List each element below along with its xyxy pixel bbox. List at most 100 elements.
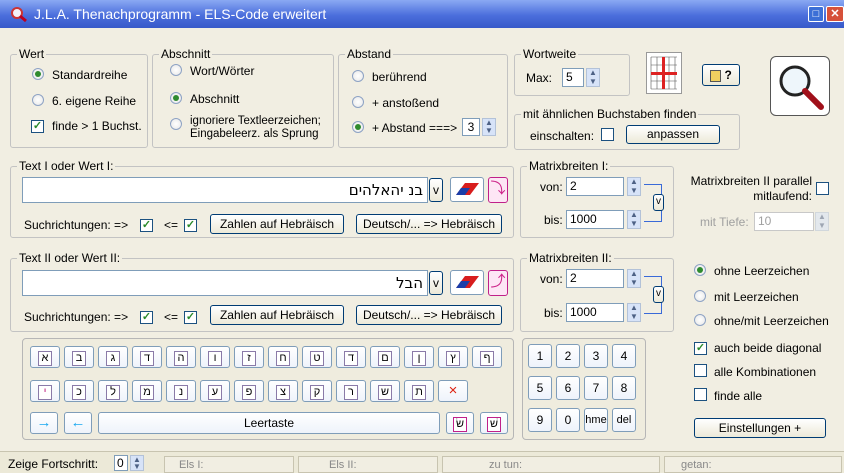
numpad-key[interactable]: 8 — [612, 376, 636, 400]
finde-checkbox[interactable]: ✓ — [31, 118, 44, 133]
backward1-checkbox[interactable]: ✓ — [184, 217, 197, 232]
abstand-spinner[interactable]: ▲ ▼ — [482, 118, 496, 136]
hebrew-key[interactable]: י — [30, 380, 60, 402]
wort-radio[interactable] — [170, 64, 182, 79]
beruehrend-radio[interactable] — [352, 70, 364, 85]
hebrew-key[interactable]: ץ — [438, 346, 468, 368]
text2-dropdown[interactable]: v — [429, 271, 443, 295]
zahlen2-button[interactable]: Zahlen auf Hebräisch — [210, 305, 344, 325]
hebrew-key[interactable]: ש — [370, 380, 400, 402]
hebrew-key[interactable]: ח — [268, 346, 298, 368]
eigene-reihe-radio[interactable] — [32, 94, 44, 109]
hebrew-key[interactable]: ף — [472, 346, 502, 368]
parallel-checkbox[interactable] — [816, 182, 829, 198]
fortschritt-input[interactable]: 0 — [114, 455, 128, 471]
space-key[interactable]: Leertaste — [98, 412, 440, 434]
matrix1-bis-input[interactable]: 1000 — [566, 210, 624, 229]
kombinationen-checkbox[interactable] — [694, 364, 707, 380]
swap-down-button[interactable]: ⤵ — [488, 177, 508, 203]
einstellungen-button[interactable]: Einstellungen + — [694, 418, 826, 438]
numpad-key[interactable]: 9 — [528, 408, 552, 432]
ohne-mit-leer-radio[interactable] — [694, 314, 706, 329]
hebrew-key[interactable]: ו — [200, 346, 230, 368]
grid-icon[interactable] — [646, 52, 682, 94]
zahlen1-button[interactable]: Zahlen auf Hebräisch — [210, 214, 344, 234]
tiefe-spinner[interactable]: ▲ ▼ — [815, 212, 829, 231]
numpad-key[interactable]: hme — [584, 408, 608, 432]
numpad-key[interactable]: 5 — [528, 376, 552, 400]
numpad-key[interactable]: 1 — [528, 344, 552, 368]
hebrew-key[interactable]: צ — [268, 380, 298, 402]
numpad-key[interactable]: 7 — [584, 376, 608, 400]
text2-input[interactable]: הבל — [22, 270, 428, 296]
anstossend-radio[interactable] — [352, 96, 364, 111]
max-input[interactable]: 5 — [562, 68, 584, 87]
deutsch1-button[interactable]: Deutsch/... => Hebräisch — [356, 214, 502, 234]
matrix1-von-input[interactable]: 2 — [566, 177, 624, 196]
abstand-radio[interactable] — [352, 121, 364, 136]
eraser-button[interactable] — [450, 177, 484, 202]
arrow-left-key[interactable]: ← — [64, 412, 92, 434]
hebrew-key[interactable]: ז — [234, 346, 264, 368]
forward1-checkbox[interactable]: ✓ — [140, 217, 153, 232]
forward2-checkbox[interactable]: ✓ — [140, 309, 153, 324]
hebrew-key[interactable]: ם — [370, 346, 400, 368]
numpad-key[interactable]: 2 — [556, 344, 580, 368]
hebrew-key[interactable]: א — [30, 346, 60, 368]
deutsch2-button[interactable]: Deutsch/... => Hebräisch — [356, 305, 502, 325]
matrix2-bis-spinner[interactable]: ▲ ▼ — [627, 303, 641, 322]
hebrew-key[interactable]: נ — [166, 380, 196, 402]
swap-up-button[interactable]: ⤴ — [488, 270, 508, 296]
shin-dot-right-key[interactable]: שׁ — [480, 412, 508, 434]
abstand-value-input[interactable]: 3 — [462, 118, 480, 136]
finde-alle-checkbox[interactable] — [694, 388, 707, 404]
fortschritt-spinner[interactable]: ▲ ▼ — [130, 455, 144, 471]
hebrew-key[interactable]: מ — [132, 380, 162, 402]
einschalten-checkbox[interactable] — [601, 128, 614, 144]
hebrew-key[interactable]: ב — [64, 346, 94, 368]
shin-dot-left-key[interactable]: שׂ — [446, 412, 474, 434]
close-button[interactable]: ✕ — [826, 6, 844, 22]
numpad-key[interactable]: 6 — [556, 376, 580, 400]
hebrew-key[interactable]: ט — [302, 346, 332, 368]
arrow-right-key[interactable]: → — [30, 412, 58, 434]
search-button[interactable] — [770, 56, 830, 116]
ohne-leer-radio[interactable] — [694, 264, 706, 279]
hebrew-key[interactable]: ה — [166, 346, 196, 368]
matrix2-bis-input[interactable]: 1000 — [566, 303, 624, 322]
hebrew-key[interactable]: × — [438, 380, 468, 402]
mit-leer-radio[interactable] — [694, 290, 706, 305]
hebrew-key[interactable]: ק — [302, 380, 332, 402]
matrix2-von-input[interactable]: 2 — [566, 269, 624, 288]
hebrew-key[interactable]: ת — [404, 380, 434, 402]
matrix2-von-spinner[interactable]: ▲ ▼ — [627, 269, 641, 288]
help-button[interactable]: ? — [702, 64, 740, 86]
numpad-key[interactable]: del — [612, 408, 636, 432]
numpad-key[interactable]: 3 — [584, 344, 608, 368]
hebrew-key[interactable]: כ — [64, 380, 94, 402]
anpassen-button[interactable]: anpassen — [626, 125, 720, 144]
hebrew-key[interactable]: ר — [336, 380, 366, 402]
matrix2-link-button[interactable]: v — [653, 286, 664, 303]
numpad-key[interactable]: 0 — [556, 408, 580, 432]
text1-dropdown[interactable]: v — [429, 178, 443, 202]
hebrew-key[interactable]: ן — [404, 346, 434, 368]
maximize-button[interactable]: □ — [808, 6, 824, 22]
eraser2-button[interactable] — [450, 270, 484, 295]
tiefe-input[interactable]: 10 — [754, 212, 814, 231]
numpad-key[interactable]: 4 — [612, 344, 636, 368]
matrix1-bis-spinner[interactable]: ▲ ▼ — [627, 210, 641, 229]
hebrew-key[interactable]: פ — [234, 380, 264, 402]
matrix1-link-button[interactable]: v — [653, 194, 664, 211]
max-spinner[interactable]: ▲ ▼ — [586, 68, 600, 87]
ignoriere-radio[interactable] — [170, 118, 182, 133]
hebrew-key[interactable]: ג — [98, 346, 128, 368]
matrix1-von-spinner[interactable]: ▲ ▼ — [627, 177, 641, 196]
text1-input[interactable]: בנ יהאלהים — [22, 177, 428, 203]
standardreihe-radio[interactable] — [32, 68, 44, 83]
hebrew-key[interactable]: ל — [98, 380, 128, 402]
hebrew-key[interactable]: ע — [200, 380, 230, 402]
hebrew-key[interactable]: ד — [336, 346, 366, 368]
abschnitt-radio[interactable] — [170, 92, 182, 107]
diagonal-checkbox[interactable]: ✓ — [694, 340, 707, 355]
